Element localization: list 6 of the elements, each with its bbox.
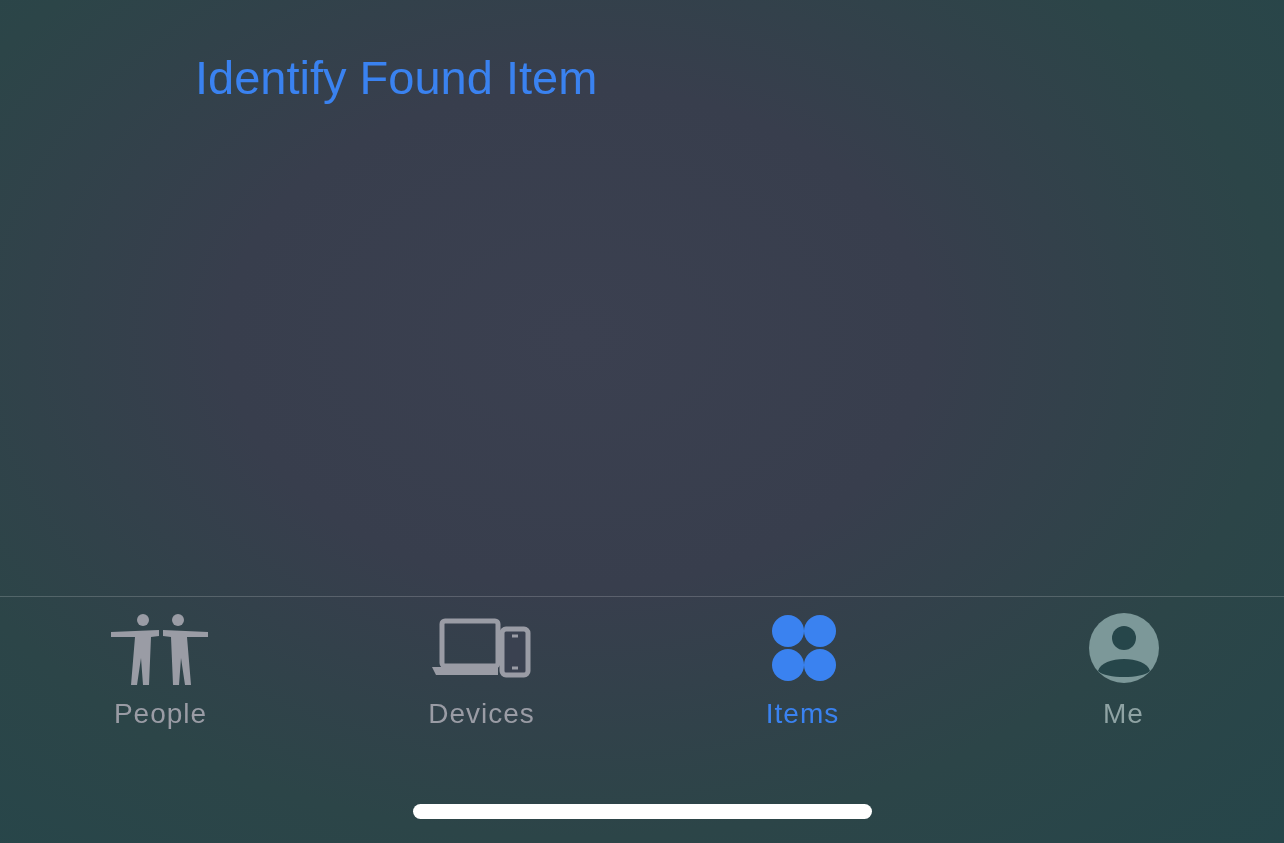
tab-item[interactable]: Devices — [321, 597, 642, 730]
tab-item[interactable]: People — [0, 597, 321, 730]
people-icon — [110, 613, 211, 685]
identify-link[interactable]: Identify Found Item — [195, 51, 598, 104]
tab-item[interactable]: Items — [642, 597, 963, 730]
tab-item[interactable]: Me — [963, 597, 1284, 730]
